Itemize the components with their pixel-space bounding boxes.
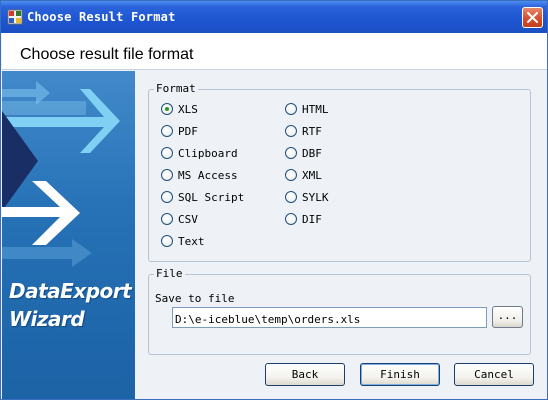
radio-label: DIF: [302, 212, 322, 226]
close-button[interactable]: [522, 7, 543, 28]
page-title: Choose result file format: [20, 46, 194, 63]
radio-sylk[interactable]: SYLK: [285, 190, 329, 204]
banner-line-1: DataExport: [9, 279, 132, 303]
wizard-header: Choose result file format: [2, 33, 547, 70]
banner-line-2: Wizard: [9, 307, 85, 331]
radio-rtf[interactable]: RTF: [285, 124, 322, 138]
radio-dbf[interactable]: DBF: [285, 146, 322, 160]
title-bar[interactable]: Choose Result Format: [1, 1, 547, 33]
radio-xml[interactable]: XML: [285, 168, 322, 182]
radio-circle[interactable]: [285, 103, 297, 115]
radio-label: PDF: [178, 124, 198, 138]
content-panel: Format XLS PDF Clipboard MS Access SQL S…: [135, 71, 547, 399]
app-icon: [7, 9, 23, 25]
radio-circle[interactable]: [285, 147, 297, 159]
radio-html[interactable]: HTML: [285, 102, 329, 116]
radio-circle[interactable]: [161, 213, 173, 225]
radio-label: SQL Script: [178, 190, 245, 204]
radio-label: HTML: [302, 102, 329, 116]
file-legend: File: [154, 267, 185, 280]
radio-label: Text: [178, 234, 205, 248]
browse-button[interactable]: ...: [492, 306, 523, 328]
radio-sql-script[interactable]: SQL Script: [161, 190, 244, 204]
format-group: Format XLS PDF Clipboard MS Access SQL S…: [148, 82, 531, 262]
radio-dif[interactable]: DIF: [285, 212, 322, 226]
radio-circle[interactable]: [161, 147, 173, 159]
radio-circle[interactable]: [161, 169, 173, 181]
radio-label: CSV: [178, 212, 198, 226]
radio-circle[interactable]: [285, 213, 297, 225]
dialog-window: Choose Result Format Choose result file …: [0, 0, 548, 400]
radio-circle[interactable]: [161, 235, 173, 247]
radio-circle[interactable]: [285, 125, 297, 137]
radio-label: RTF: [302, 124, 322, 138]
radio-label: SYLK: [302, 190, 329, 204]
radio-xls[interactable]: XLS: [161, 102, 198, 116]
radio-label: XML: [302, 168, 322, 182]
radio-label: DBF: [302, 146, 322, 160]
save-path-input[interactable]: [172, 307, 487, 328]
close-icon: [527, 12, 538, 23]
window-title: Choose Result Format: [27, 10, 176, 24]
radio-circle[interactable]: [285, 191, 297, 203]
wizard-banner: DataExport Wizard: [2, 71, 135, 399]
radio-circle[interactable]: [161, 103, 173, 115]
radio-csv[interactable]: CSV: [161, 212, 198, 226]
cancel-button[interactable]: Cancel: [454, 363, 534, 386]
radio-label: XLS: [178, 102, 198, 116]
radio-clipboard[interactable]: Clipboard: [161, 146, 238, 160]
radio-pdf[interactable]: PDF: [161, 124, 198, 138]
format-legend: Format: [154, 82, 198, 95]
radio-circle[interactable]: [285, 169, 297, 181]
radio-text[interactable]: Text: [161, 234, 205, 248]
arrow-icon: [2, 81, 120, 267]
back-button[interactable]: Back: [265, 363, 345, 386]
radio-circle[interactable]: [161, 125, 173, 137]
save-to-file-label: Save to file: [155, 292, 235, 305]
radio-ms-access[interactable]: MS Access: [161, 168, 238, 182]
radio-label: MS Access: [178, 168, 238, 182]
banner-caption: DataExport Wizard: [9, 277, 132, 333]
finish-button[interactable]: Finish: [360, 363, 440, 386]
radio-label: Clipboard: [178, 146, 238, 160]
radio-circle[interactable]: [161, 191, 173, 203]
